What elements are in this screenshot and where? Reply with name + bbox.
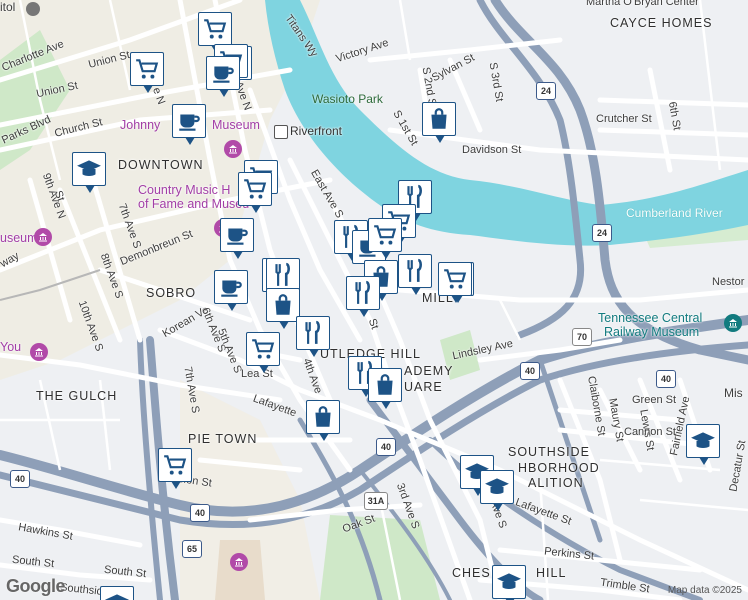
cafe-marker-icon[interactable] <box>206 56 240 97</box>
school-marker-icon[interactable] <box>492 565 526 600</box>
neighborhood-label-cayce-homes: CAYCE HOMES <box>610 16 713 30</box>
neighborhood-label-southside: SOUTHSIDE <box>508 445 590 459</box>
school-marker-icon[interactable] <box>686 424 720 465</box>
poi-label-mis: Mis <box>724 386 743 400</box>
grocery-marker-icon[interactable] <box>438 262 472 303</box>
transit-label-riverfront[interactable]: Riverfront <box>290 124 342 138</box>
street-label-davidson-st: Davidson St <box>462 144 522 156</box>
park-label-wasioto: Wasioto Park <box>312 92 383 106</box>
shopping-marker-icon[interactable] <box>422 102 456 143</box>
highway-shield-us31a: 31A <box>364 492 388 510</box>
museum-pin-icon[interactable] <box>724 314 742 332</box>
grocery-marker-icon[interactable] <box>158 448 192 489</box>
grocery-marker-icon[interactable] <box>246 332 280 373</box>
restaurant-marker-icon[interactable] <box>398 254 432 295</box>
poi-label-country-music-hall[interactable]: Country Music H <box>138 183 230 197</box>
neighborhood-label-academy: ADEMY <box>404 364 454 378</box>
school-marker-icon[interactable] <box>100 586 134 600</box>
poi-label-martha-obryan: Martha O'Bryan Center <box>586 0 699 8</box>
shopping-marker-icon[interactable] <box>266 288 300 329</box>
highway-shield-i40: 40 <box>10 470 30 488</box>
neighborhood-label-pie-town: PIE TOWN <box>188 432 258 446</box>
neighborhood-label-square: UARE <box>404 380 443 394</box>
grocery-marker-icon[interactable] <box>368 218 402 259</box>
neighborhood-label-the-gulch: THE GULCH <box>36 389 118 403</box>
highway-shield-i40: 40 <box>376 438 396 456</box>
grocery-marker-icon[interactable] <box>238 172 272 213</box>
shopping-marker-icon[interactable] <box>368 368 402 409</box>
poi-label-museum-left[interactable]: useum <box>0 231 38 245</box>
cafe-marker-icon[interactable] <box>220 218 254 259</box>
neighborhood-label-downtown: DOWNTOWN <box>118 158 204 172</box>
landmark-pin-icon[interactable] <box>26 2 40 16</box>
highway-shield-i40: 40 <box>656 370 676 388</box>
street-label-nestor: Nestor <box>712 276 745 288</box>
grocery-marker-icon[interactable] <box>130 52 164 93</box>
poi-label-of-fame-and-museum[interactable]: of Fame and Museu <box>138 197 249 211</box>
street-label-cannon-st: Cannon St <box>624 426 676 438</box>
poi-label-johnny[interactable]: Johnny <box>120 118 160 132</box>
water-label-cumberland-river: Cumberland River <box>626 206 723 220</box>
museum-pin-icon[interactable] <box>34 228 52 246</box>
highway-shield-us70: 70 <box>572 328 592 346</box>
school-marker-icon[interactable] <box>72 152 106 193</box>
museum-pin-icon[interactable] <box>224 140 242 158</box>
highway-shield-i40: 40 <box>520 362 540 380</box>
poi-label-tennessee-central[interactable]: Tennessee Central <box>598 311 702 325</box>
neighborhood-label-neighborhood: HBORHOOD <box>518 461 600 475</box>
museum-pin-icon[interactable] <box>30 343 48 361</box>
school-marker-icon[interactable] <box>480 470 514 511</box>
restaurant-marker-icon[interactable] <box>346 276 380 317</box>
highway-shield-i24: 24 <box>592 224 612 242</box>
street-label-green-st: Green St <box>632 394 677 406</box>
neighborhood-label-sobro: SOBRO <box>146 286 197 300</box>
google-logo: Google <box>6 576 66 596</box>
restaurant-marker-icon[interactable] <box>266 258 300 299</box>
cafe-marker-icon[interactable] <box>172 104 206 145</box>
cafe-marker-icon[interactable] <box>214 270 248 311</box>
poi-label-museum[interactable]: Museum <box>212 118 260 132</box>
poi-label-capitol: itol <box>0 0 16 14</box>
neighborhood-label-hill: HILL <box>536 566 567 580</box>
poi-label-you[interactable]: You <box>0 340 21 354</box>
neighborhood-label-chestnut: CHES <box>452 566 491 580</box>
highway-shield-i40: 40 <box>190 504 210 522</box>
highway-shield-i24: 24 <box>536 82 556 100</box>
museum-pin-icon[interactable] <box>230 553 248 571</box>
map-canvas[interactable]: CAYCE HOMES Martha O'Bryan Center DOWNTO… <box>0 0 748 600</box>
highway-shield-i65: 65 <box>182 540 202 558</box>
restaurant-marker-icon[interactable] <box>296 316 330 357</box>
transit-station-icon[interactable] <box>274 125 288 139</box>
street-label-crutcher-st: Crutcher St <box>596 113 652 125</box>
poi-label-railway-museum[interactable]: Railway Museum <box>604 325 699 339</box>
grocery-marker-icon[interactable] <box>198 12 232 53</box>
map-attribution: Map data ©2025 <box>667 585 742 596</box>
neighborhood-label-coalition: ALITION <box>528 476 584 490</box>
shopping-marker-icon[interactable] <box>306 400 340 441</box>
